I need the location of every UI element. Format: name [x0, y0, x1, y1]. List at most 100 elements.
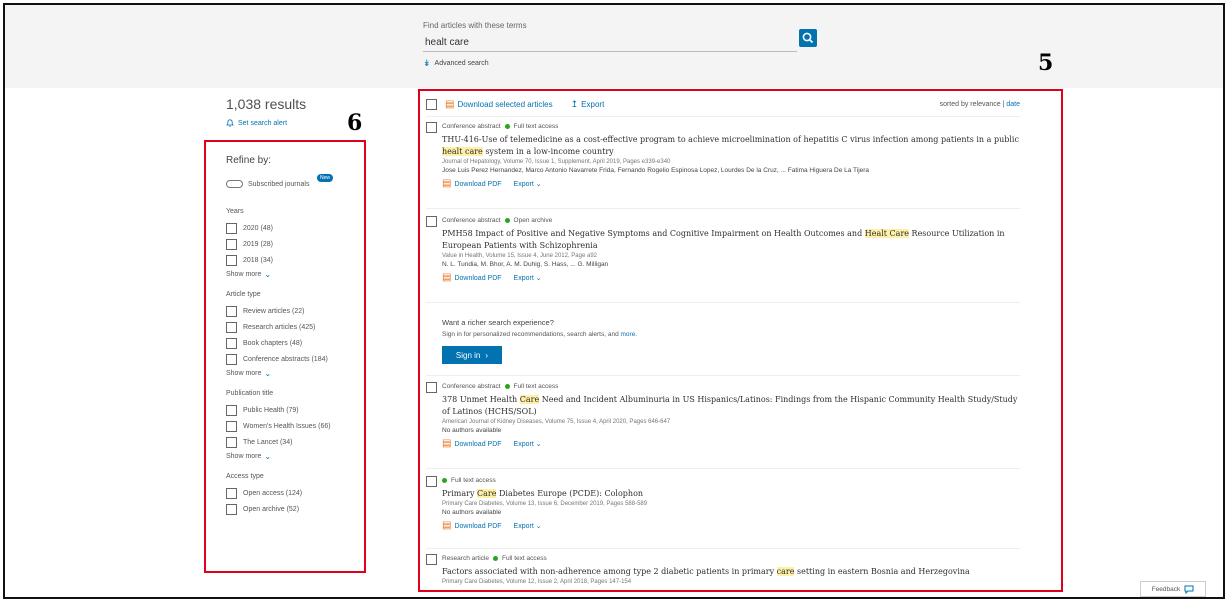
show-more-publication-title[interactable]: Show more ⌄ [226, 452, 356, 461]
title-text: THU-416-Use of telemedicine as a cost-ef… [442, 135, 1019, 144]
result-title[interactable]: Primary Care Diabetes Europe (PCDE): Col… [442, 488, 1026, 500]
filter-option-label: Research articles (425) [243, 323, 316, 331]
access-dot-icon [504, 218, 510, 223]
result-checkbox[interactable] [426, 476, 437, 487]
checkbox[interactable] [226, 420, 237, 432]
annotation-number-6: 6 [347, 110, 363, 136]
page-frame: Find articles with these terms ↡ Advance… [3, 3, 1225, 599]
results-count: 1,038 results [226, 96, 307, 112]
access-dot-icon [504, 384, 510, 389]
chevron-right-icon: › [485, 350, 489, 360]
title-highlight: care [776, 567, 795, 576]
promo-more-link[interactable]: more. [621, 331, 638, 338]
checkbox[interactable] [226, 222, 237, 234]
filter-option[interactable]: Open archive (52) [226, 501, 356, 517]
checkbox[interactable] [226, 353, 237, 365]
result-journal: Primary Care Diabetes, Volume 12, Issue … [442, 579, 632, 585]
filter-option-label: 2019 (28) [243, 240, 273, 248]
chevron-down-icon: ⌄ [535, 522, 542, 530]
result-checkbox[interactable] [426, 554, 437, 565]
result-access: Open archive [513, 217, 553, 224]
checkbox[interactable] [226, 404, 237, 416]
search-input[interactable] [423, 34, 797, 52]
checkbox[interactable] [226, 337, 237, 349]
filter-option[interactable]: Conference abstracts (184) [226, 351, 356, 367]
result-checkbox[interactable] [426, 382, 437, 393]
show-more-label: Show more [226, 271, 262, 278]
filter-group-years: Years 2020 (48) 2019 (28) 2018 (34) Show… [226, 208, 356, 279]
result-export-link[interactable]: Export ⌄ [514, 440, 542, 448]
filter-option[interactable]: Open access (124) [226, 485, 356, 501]
sign-in-button[interactable]: Sign in › [442, 346, 502, 364]
pdf-icon: ▤ [445, 99, 455, 110]
export-link[interactable]: ↥ Export [571, 99, 605, 110]
result-title[interactable]: 378 Unmet Health Care Need and Incident … [442, 394, 1026, 418]
chevron-down-icon: ⌄ [264, 452, 272, 461]
filter-group-article-type: Article type Review articles (22) Resear… [226, 291, 356, 378]
result-export-link[interactable]: Export ⌄ [514, 274, 542, 282]
refine-title: Refine by: [226, 155, 272, 166]
result-export-link[interactable]: Export ⌄ [514, 522, 542, 530]
promo-title: Want a richer search experience? [442, 318, 554, 327]
title-text: Primary [442, 489, 478, 498]
subscribed-journals-toggle[interactable] [226, 180, 243, 188]
filter-option[interactable]: 2019 (28) [226, 236, 356, 252]
download-selected-link[interactable]: ▤ Download selected articles [445, 99, 553, 110]
result-authors: N. L. Tundia, M. Bhor, A. M. Duhig, S. H… [442, 261, 609, 268]
pdf-icon: ▤ [442, 438, 452, 449]
checkbox[interactable] [226, 487, 237, 499]
download-pdf-link[interactable]: ▤ Download PDF [442, 272, 502, 283]
filter-option[interactable]: The Lancet (34) [226, 434, 356, 450]
checkbox[interactable] [226, 254, 237, 266]
download-pdf-link[interactable]: ▤ Download PDF [442, 520, 502, 531]
result-access: Full text access [501, 555, 547, 562]
new-badge: New [317, 174, 334, 182]
show-more-label: Show more [226, 370, 262, 377]
result-title[interactable]: PMH58 Impact of Positive and Negative Sy… [442, 228, 1026, 252]
result-item: Conference abstract Full text access 378 … [426, 382, 1026, 449]
set-search-alert-link[interactable]: Set search alert [226, 119, 287, 127]
access-dot-icon [504, 124, 510, 129]
search-button[interactable] [799, 29, 817, 47]
checkbox[interactable] [226, 305, 237, 317]
filter-option[interactable]: 2018 (34) [226, 252, 356, 268]
result-item: Conference abstract Full text access THU-… [426, 122, 1026, 189]
result-access: Full text access [451, 477, 496, 484]
select-all-checkbox[interactable] [426, 99, 437, 110]
result-title[interactable]: Factors associated with non-adherence am… [442, 566, 1026, 578]
download-pdf-link[interactable]: ▤ Download PDF [442, 438, 502, 449]
result-item: Conference abstract Open archive PMH58 Im… [426, 216, 1026, 283]
checkbox[interactable] [226, 238, 237, 250]
result-title[interactable]: THU-416-Use of telemedicine as a cost-ef… [442, 134, 1026, 158]
export-label: Export [513, 440, 534, 448]
filter-option-label: 2018 (34) [243, 256, 273, 264]
download-pdf-link[interactable]: ▤ Download PDF [442, 178, 502, 189]
export-icon: ↥ [570, 99, 579, 109]
checkbox[interactable] [226, 503, 237, 515]
divider [426, 302, 1020, 303]
filter-option[interactable]: Book chapters (48) [226, 335, 356, 351]
filter-option[interactable]: Public Health (79) [226, 402, 356, 418]
advanced-search-link[interactable]: ↡ Advanced search [423, 59, 489, 68]
feedback-button[interactable]: Feedback [1140, 581, 1206, 597]
result-type: Conference abstract [442, 383, 501, 390]
download-pdf-label: Download PDF [454, 181, 502, 188]
show-more-years[interactable]: Show more ⌄ [226, 270, 356, 279]
filter-option[interactable]: 2020 (48) [226, 220, 356, 236]
sort-date-link[interactable]: date [1006, 101, 1020, 108]
advanced-search-label: Advanced search [434, 60, 489, 67]
show-more-article-type[interactable]: Show more ⌄ [226, 369, 356, 378]
result-type: Conference abstract [442, 217, 501, 224]
filter-option[interactable]: Research articles (425) [226, 319, 356, 335]
checkbox[interactable] [226, 436, 237, 448]
filter-option[interactable]: Women's Health Issues (66) [226, 418, 356, 434]
checkbox[interactable] [226, 321, 237, 333]
pdf-icon: ▤ [442, 178, 452, 189]
result-journal: Journal of Hepatology, Volume 70, Issue … [442, 159, 671, 165]
download-pdf-label: Download PDF [454, 275, 502, 282]
result-export-link[interactable]: Export ⌄ [514, 180, 542, 188]
result-checkbox[interactable] [426, 122, 437, 133]
filter-option[interactable]: Review articles (22) [226, 303, 356, 319]
filter-option-label: Open archive (52) [243, 505, 300, 513]
result-checkbox[interactable] [426, 216, 437, 227]
